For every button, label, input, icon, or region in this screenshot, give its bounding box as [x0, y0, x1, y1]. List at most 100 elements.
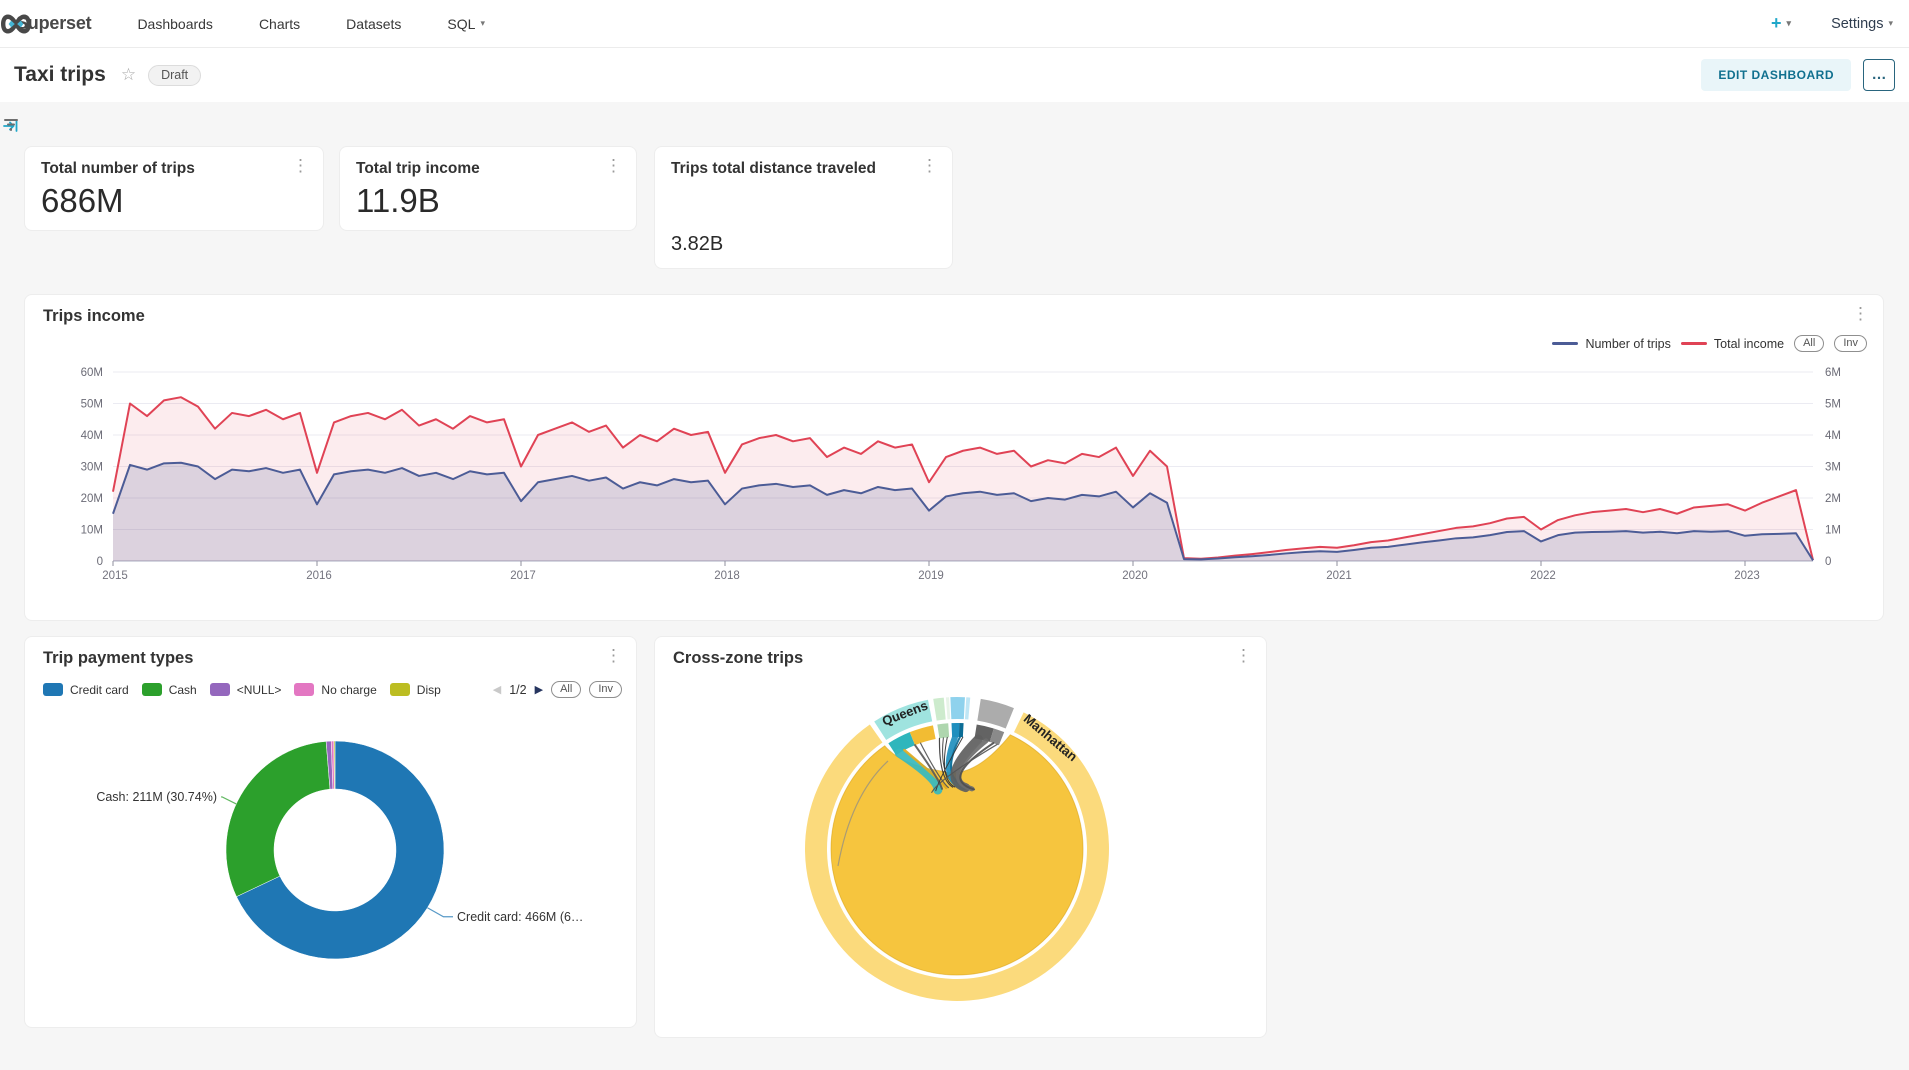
legend-item[interactable]: No charge — [294, 683, 376, 697]
callout-leader — [427, 908, 453, 917]
y-right-tick-label: 0 — [1825, 556, 1831, 568]
top-navbar: Superset DashboardsChartsDatasetsSQL▾ + … — [0, 0, 1909, 48]
new-item-menu[interactable]: + ▾ — [1771, 13, 1791, 34]
filter-icon[interactable] — [3, 118, 19, 132]
kpi-card-total-distance: Trips total distance traveled ⋮ 3.82B — [654, 146, 953, 269]
donut-callout-cash: Cash: 211M (30.74%) — [96, 790, 217, 804]
nav-item-charts[interactable]: Charts — [259, 16, 300, 32]
kebab-menu-icon[interactable]: ⋮ — [288, 155, 313, 176]
kebab-menu-icon[interactable]: ⋮ — [1848, 303, 1873, 324]
y-right-tick-label: 2M — [1825, 493, 1841, 505]
legend-all-button[interactable]: All — [551, 681, 581, 698]
more-options-button[interactable]: … — [1863, 59, 1895, 91]
kpi-title: Trips total distance traveled — [671, 159, 901, 179]
chevron-down-icon: ▾ — [1787, 18, 1792, 29]
chart-title: Trip payment types — [43, 649, 193, 668]
trips-income-line-chart[interactable]: 60M6M50M5M40M4M30M3M20M2M10M1M0020152016… — [25, 359, 1885, 599]
donut-slice-cash[interactable] — [226, 741, 330, 896]
chord-outer-segment[interactable] — [933, 698, 945, 721]
y-right-tick-label: 5M — [1825, 399, 1841, 411]
legend-swatch — [294, 683, 314, 696]
y-right-tick-label: 1M — [1825, 525, 1841, 537]
superset-logo-icon — [0, 13, 32, 35]
pager-next-icon[interactable]: ▶ — [535, 683, 543, 696]
legend-item[interactable]: <NULL> — [210, 683, 282, 697]
legend-label: Credit card — [70, 683, 129, 697]
y-left-tick-label: 30M — [81, 462, 103, 474]
nav-right: + ▾ Settings ▾ — [1771, 13, 1893, 34]
x-tick-label: 2015 — [102, 570, 128, 582]
y-left-tick-label: 20M — [81, 493, 103, 505]
y-right-tick-label: 3M — [1825, 462, 1841, 474]
settings-label: Settings — [1831, 16, 1883, 32]
kpi-card-trip-income: Total trip income ⋮ 11.9B — [339, 146, 637, 231]
pager-prev-icon[interactable]: ◀ — [493, 683, 501, 696]
nav-item-label: Datasets — [346, 16, 401, 32]
pager-page: 1/2 — [509, 683, 526, 697]
nav-item-datasets[interactable]: Datasets — [346, 16, 401, 32]
chord-outer-segment[interactable] — [965, 697, 970, 719]
legend-inv-button[interactable]: Inv — [589, 681, 622, 698]
legend-label: <NULL> — [237, 683, 282, 697]
nav-item-label: Charts — [259, 16, 300, 32]
legend-inv-button[interactable]: Inv — [1834, 335, 1867, 352]
x-tick-label: 2022 — [1530, 570, 1556, 582]
legend-swatch — [43, 683, 63, 696]
legend-swatch — [1552, 342, 1578, 345]
y-left-tick-label: 50M — [81, 399, 103, 411]
legend-all-button[interactable]: All — [1794, 335, 1824, 352]
kebab-menu-icon[interactable]: ⋮ — [917, 155, 942, 176]
superset-dashboard-page: Superset DashboardsChartsDatasetsSQL▾ + … — [0, 0, 1909, 1070]
legend-swatch — [142, 683, 162, 696]
edit-dashboard-button[interactable]: EDIT DASHBOARD — [1701, 59, 1851, 91]
kebab-menu-icon[interactable]: ⋮ — [601, 645, 626, 666]
chord-outer-segment[interactable] — [946, 697, 950, 719]
cross-zone-chord-chart[interactable]: QueensManhattan — [655, 673, 1268, 1037]
legend-item[interactable]: Disp — [390, 683, 441, 697]
legend-label: Number of trips — [1585, 337, 1670, 351]
legend-pager: ◀ 1/2 ▶ All Inv — [493, 681, 622, 698]
legend-swatch — [210, 683, 230, 696]
legend-label: Disp — [417, 683, 441, 697]
header-actions: EDIT DASHBOARD … — [1701, 59, 1895, 91]
chart-title: Cross-zone trips — [673, 649, 803, 668]
status-badge: Draft — [148, 65, 201, 86]
legend-item[interactable]: Number of trips — [1552, 337, 1670, 351]
y-left-tick-label: 10M — [81, 525, 103, 537]
legend-item[interactable]: Cash — [142, 683, 197, 697]
kpi-title: Total number of trips — [41, 159, 271, 179]
dashboard-content: Total number of trips ⋮ 686M Total trip … — [0, 102, 1909, 1070]
x-tick-label: 2017 — [510, 570, 536, 582]
nav-item-sql[interactable]: SQL▾ — [447, 16, 485, 32]
kebab-menu-icon[interactable]: ⋮ — [1231, 645, 1256, 666]
kpi-card-total-trips: Total number of trips ⋮ 686M — [24, 146, 324, 231]
x-tick-label: 2021 — [1326, 570, 1352, 582]
donut-legend: Credit card Cash <NULL> No charge Disp ◀ 1/2 ▶ A… — [43, 681, 622, 698]
legend-swatch — [390, 683, 410, 696]
cross-zone-trips-panel: Cross-zone trips ⋮ QueensManhattan — [654, 636, 1267, 1038]
y-left-tick-label: 40M — [81, 430, 103, 442]
trip-payment-types-panel: Trip payment types ⋮ Credit card Cash <NUL… — [24, 636, 637, 1028]
chord-outer-segment[interactable] — [977, 699, 1014, 729]
legend-item[interactable]: Credit card — [43, 683, 129, 697]
chord-inner-segment — [959, 723, 964, 737]
y-right-tick-label: 6M — [1825, 367, 1841, 379]
plus-icon: + — [1771, 13, 1782, 34]
chord-inner-segment — [937, 723, 949, 738]
payment-types-donut-chart[interactable]: Cash: 211M (30.74%)Credit card: 466M (6… — [25, 705, 638, 1027]
y-left-tick-label: 0 — [97, 556, 103, 568]
superset-logo[interactable]: Superset — [16, 13, 91, 34]
favorite-star-icon[interactable]: ☆ — [121, 65, 136, 85]
y-left-tick-label: 60M — [81, 367, 103, 379]
chord-outer-segment[interactable] — [950, 697, 965, 719]
main-nav: Dashboards Charts Datasets SQL▾ — [137, 16, 485, 32]
legend-label: Cash — [169, 683, 197, 697]
legend-item[interactable]: Total income — [1681, 337, 1784, 351]
legend-label: No charge — [321, 683, 376, 697]
settings-menu[interactable]: Settings ▾ — [1831, 16, 1893, 32]
kebab-menu-icon[interactable]: ⋮ — [601, 155, 626, 176]
nav-item-label: SQL — [447, 16, 475, 32]
x-tick-label: 2019 — [918, 570, 944, 582]
chevron-down-icon: ▾ — [1888, 18, 1893, 29]
nav-item-dashboards[interactable]: Dashboards — [137, 16, 213, 32]
